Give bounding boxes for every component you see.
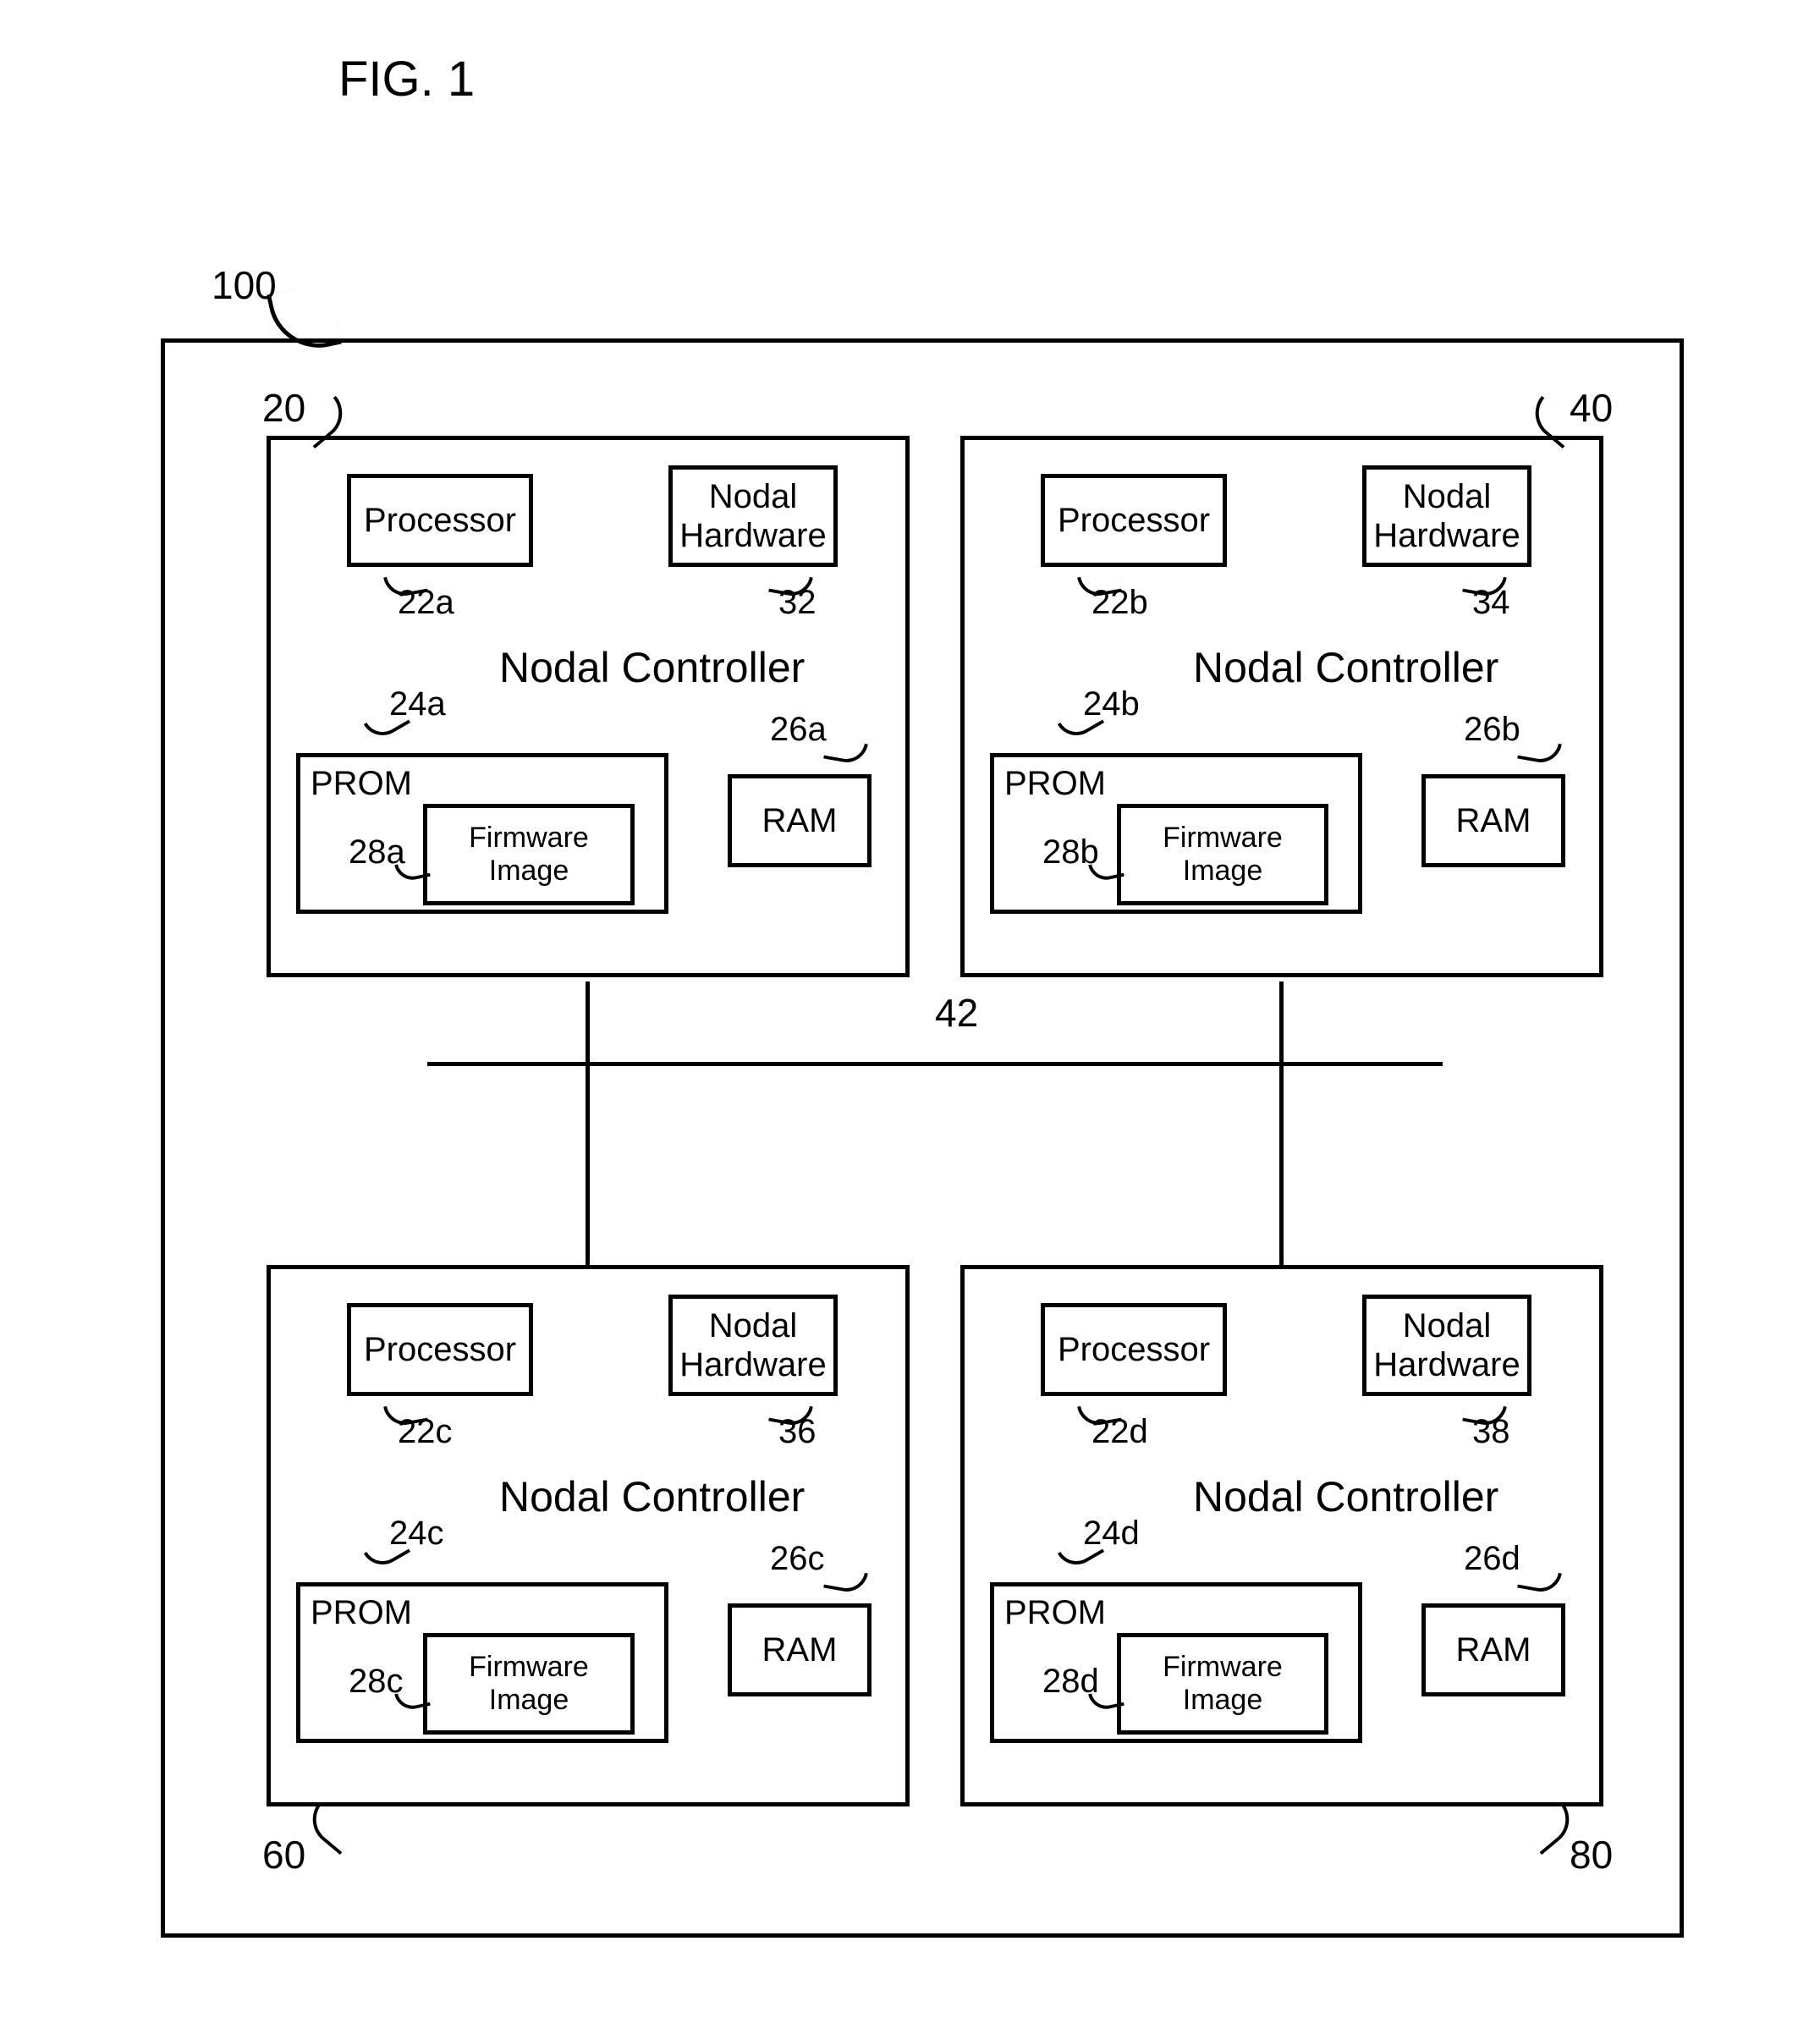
processor-box: Processor — [1041, 1303, 1227, 1396]
nodal-hardware-box: Nodal Hardware — [668, 1295, 838, 1396]
node-br-ref: 80 — [1570, 1832, 1613, 1878]
ram-box: RAM — [728, 1603, 872, 1696]
nodal-hardware-ref: 32 — [778, 584, 817, 622]
node-tr-ref: 40 — [1570, 385, 1613, 431]
processor-box: Processor — [347, 1303, 533, 1396]
system-ref-label: 100 — [212, 262, 277, 308]
nodal-controller-ref: 24c — [389, 1515, 444, 1553]
nodal-controller-label: Nodal Controller — [499, 643, 805, 692]
firmware-image-box: Firmware Image — [423, 804, 635, 905]
bus-stub-tr — [1279, 982, 1284, 1066]
ram-ref-tick — [1517, 737, 1562, 766]
processor-box: Processor — [347, 474, 533, 567]
node-bl-ref-tick — [302, 1802, 358, 1855]
firmware-ref: 28c — [349, 1663, 404, 1701]
bus-stub-tl — [586, 982, 590, 1066]
processor-ref: 22b — [1091, 584, 1148, 622]
nodal-hardware-ref: 38 — [1472, 1413, 1510, 1451]
node-tl-ref: 20 — [262, 385, 305, 431]
processor-ref: 22c — [398, 1413, 453, 1451]
firmware-image-box: Firmware Image — [423, 1633, 635, 1735]
bus-ref-label: 42 — [935, 990, 978, 1036]
firmware-image-box: Firmware Image — [1117, 1633, 1328, 1735]
nodal-controller-label: Nodal Controller — [1193, 1472, 1498, 1521]
ram-ref: 26c — [770, 1540, 825, 1578]
nodal-controller-label: Nodal Controller — [499, 1472, 805, 1521]
processor-ref: 22d — [1091, 1413, 1148, 1451]
firmware-image-box: Firmware Image — [1117, 804, 1328, 905]
firmware-ref: 28a — [349, 833, 405, 872]
ram-ref: 26b — [1464, 711, 1520, 749]
nodal-hardware-box: Nodal Hardware — [1362, 465, 1531, 567]
nodal-controller-ref: 24d — [1083, 1515, 1140, 1553]
prom-label: PROM — [311, 764, 412, 803]
ram-ref-tick — [823, 737, 868, 766]
bus-horizontal — [427, 1062, 1443, 1066]
node-tr: Processor 22b Nodal Hardware 34 Nodal Co… — [960, 436, 1603, 977]
firmware-ref: 28b — [1042, 833, 1099, 872]
ram-ref: 26d — [1464, 1540, 1520, 1578]
nodal-hardware-box: Nodal Hardware — [1362, 1295, 1531, 1396]
prom-label: PROM — [311, 1593, 412, 1632]
nodal-hardware-ref: 34 — [1472, 584, 1510, 622]
ram-box: RAM — [728, 774, 872, 867]
node-bl-ref: 60 — [262, 1832, 305, 1878]
node-br: Processor 22d Nodal Hardware 38 Nodal Co… — [960, 1265, 1603, 1806]
bus-stub-br — [1279, 1062, 1284, 1265]
bus-stub-bl — [586, 1062, 590, 1265]
node-tl: Processor 22a Nodal Hardware 32 Nodal Co… — [267, 436, 910, 977]
ram-ref-tick — [823, 1566, 868, 1595]
node-bl: Processor 22c Nodal Hardware 36 Nodal Co… — [267, 1265, 910, 1806]
firmware-ref: 28d — [1042, 1663, 1099, 1701]
ram-box: RAM — [1421, 1603, 1565, 1696]
nodal-hardware-ref: 36 — [778, 1413, 817, 1451]
figure-title: FIG. 1 — [338, 51, 475, 107]
page: FIG. 1 100 20 40 60 80 42 Processor 22a … — [0, 0, 1820, 2029]
prom-label: PROM — [1004, 764, 1106, 803]
ram-ref: 26a — [770, 711, 827, 749]
nodal-controller-ref: 24b — [1083, 685, 1140, 723]
nodal-controller-label: Nodal Controller — [1193, 643, 1498, 692]
nodal-hardware-box: Nodal Hardware — [668, 465, 838, 567]
processor-box: Processor — [1041, 474, 1227, 567]
ram-box: RAM — [1421, 774, 1565, 867]
ram-ref-tick — [1517, 1566, 1562, 1595]
nodal-controller-ref: 24a — [389, 685, 446, 723]
system-box: 20 40 60 80 42 Processor 22a Nodal Hardw… — [161, 338, 1684, 1938]
processor-ref: 22a — [398, 584, 454, 622]
prom-label: PROM — [1004, 1593, 1106, 1632]
